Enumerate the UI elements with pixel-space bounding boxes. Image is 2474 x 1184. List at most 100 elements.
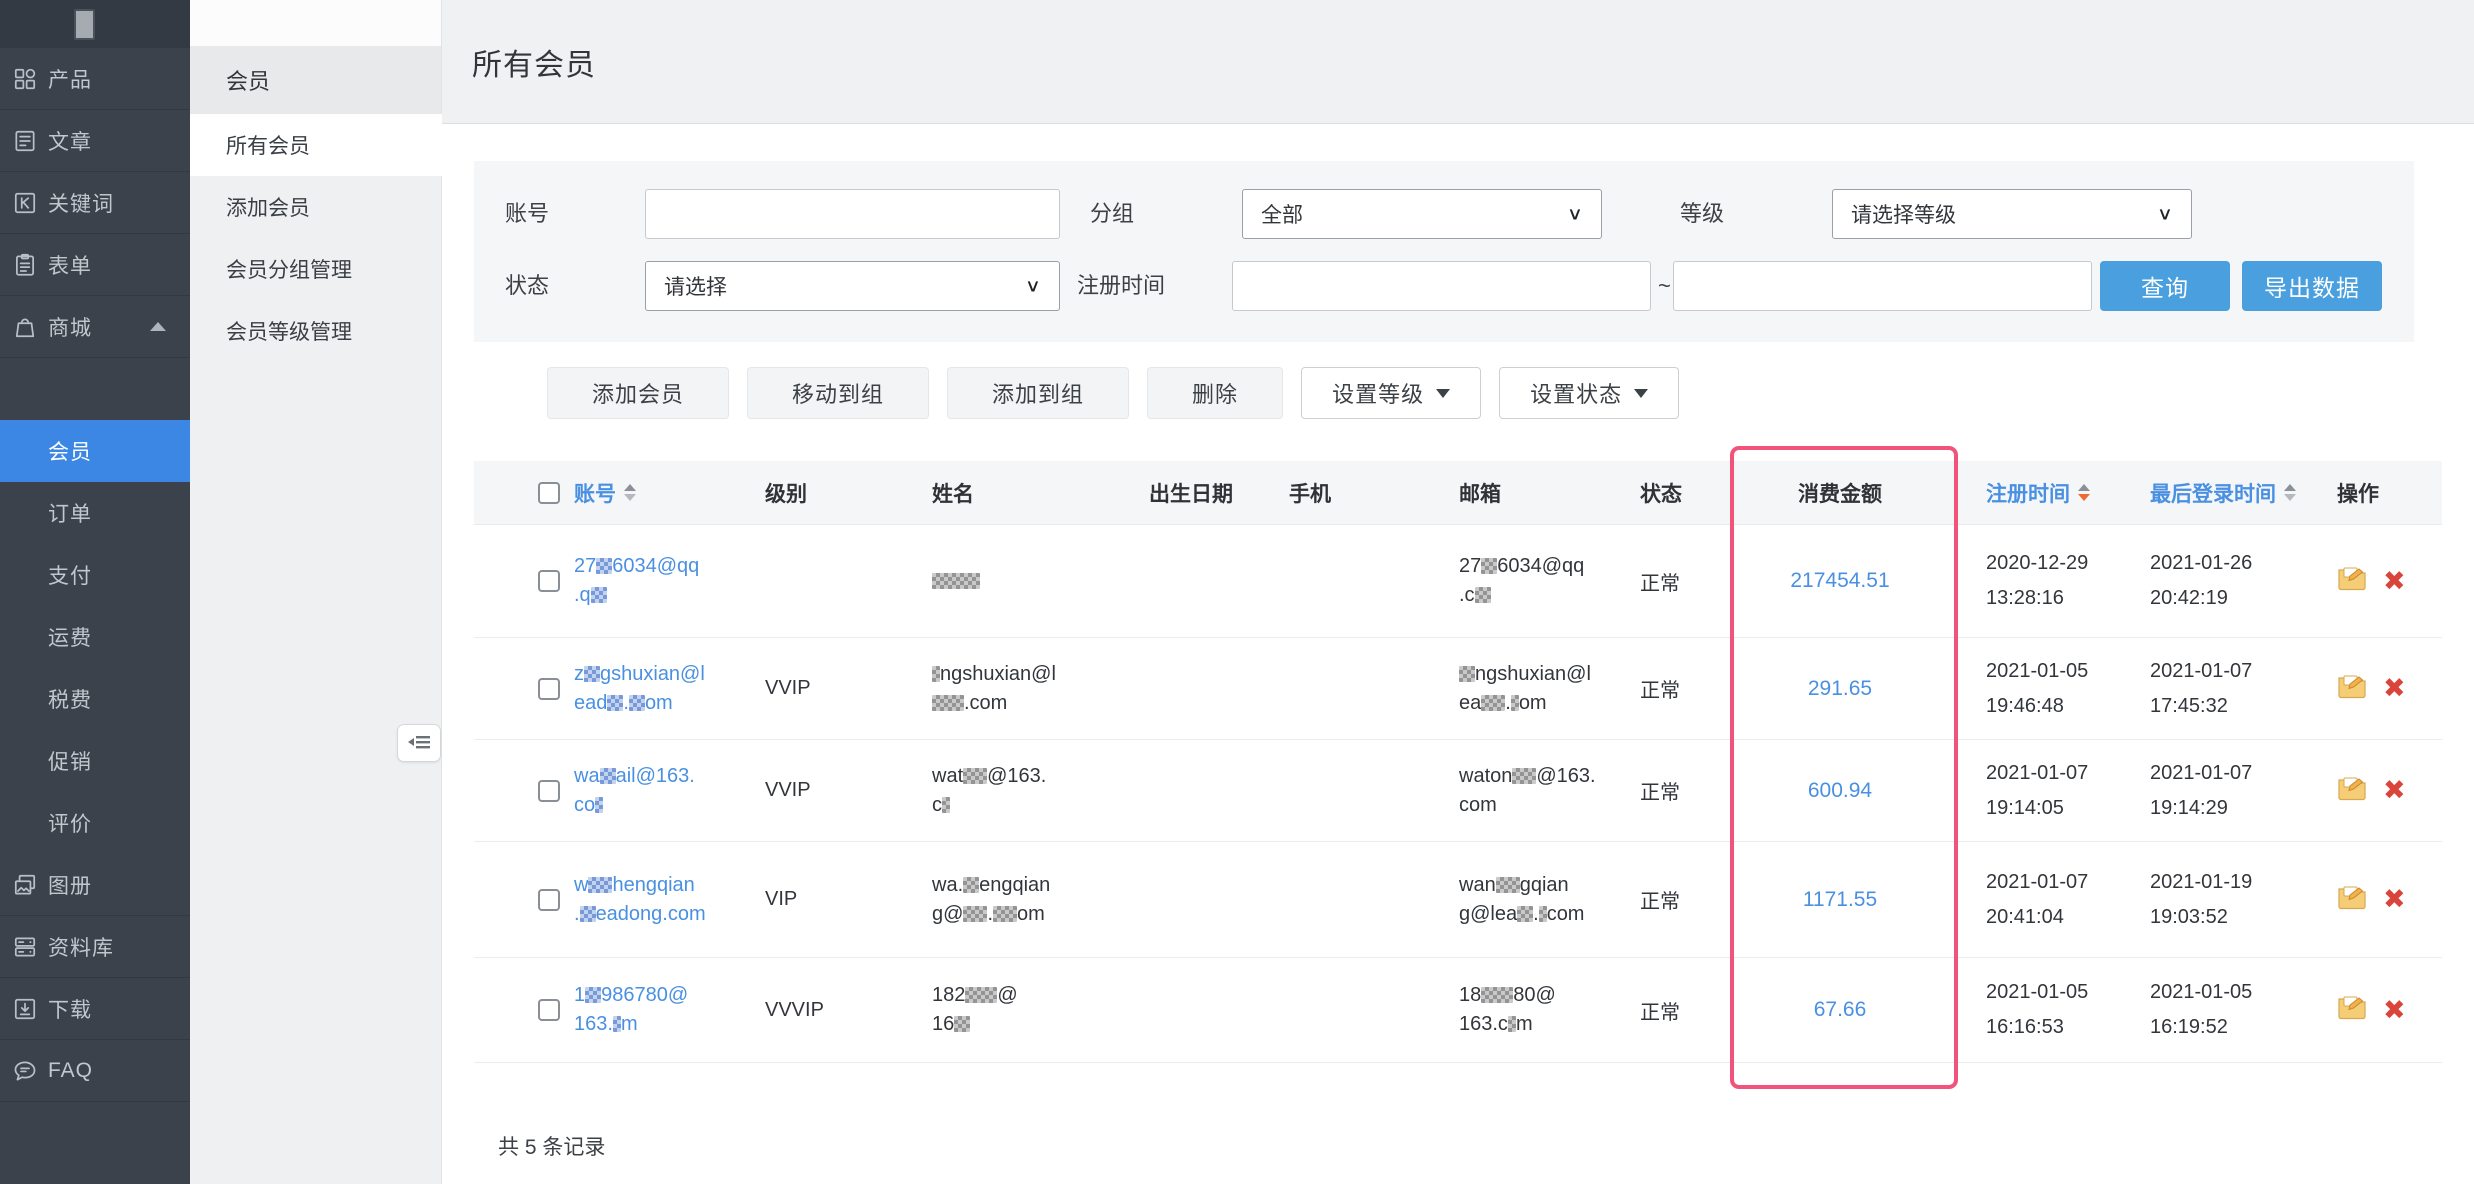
member-admin-page: 产品文章关键词表单商城会员订单支付运费税费促销评价图册资料库下载FAQ 会员 所… (0, 0, 2474, 1184)
edit-member-icon[interactable] (2337, 994, 2367, 1026)
group-select[interactable]: 全部 ∨ (1242, 189, 1602, 239)
sidebar-subitem-shipping[interactable]: 运费 (0, 606, 190, 668)
censored-blur (1511, 695, 1519, 711)
censored-blur (963, 768, 987, 784)
sidebar-subitem-payment[interactable]: 支付 (0, 544, 190, 606)
sidebar-item-mall[interactable]: 商城 (0, 296, 190, 358)
sidebar-subitem-members[interactable]: 会员 (0, 420, 190, 482)
export-data-button[interactable]: 导出数据 (2242, 261, 2382, 311)
library-icon (12, 934, 38, 960)
account-link[interactable]: 276034@qq.q (574, 552, 759, 610)
edit-member-icon[interactable] (2337, 775, 2367, 807)
add-member-button[interactable]: 添加会员 (547, 367, 729, 419)
collapse-menu-icon (406, 731, 432, 756)
sidebar-item-faq[interactable]: FAQ (0, 1040, 190, 1102)
row-checkbox[interactable] (538, 780, 560, 802)
sidebar-item-gallery[interactable]: 图册 (0, 854, 190, 916)
name-cell (932, 525, 1149, 638)
account-link[interactable]: waail@163.co (574, 762, 759, 820)
sidebar-subitem-promotion[interactable]: 促销 (0, 730, 190, 792)
member-row: 276034@qq.q276034@qq.c正常217454.512020-12… (474, 525, 2442, 638)
edit-member-icon[interactable] (2337, 673, 2367, 705)
grid-icon (12, 66, 38, 92)
sidebar-subitem-tax[interactable]: 税费 (0, 668, 190, 730)
add-to-group-button[interactable]: 添加到组 (947, 367, 1129, 419)
status-cell: 正常 (1634, 525, 1730, 638)
col-header-account[interactable]: 账号 (574, 461, 759, 525)
consume-amount-link[interactable]: 217454.51 (1790, 569, 1889, 592)
col-header-level: 级别 (759, 461, 932, 525)
level-select[interactable]: 请选择等级 ∨ (1832, 189, 2192, 239)
email-cell: 276034@qq.c (1459, 525, 1634, 638)
edit-member-icon[interactable] (2337, 565, 2367, 597)
censored-blur (932, 573, 980, 589)
status-select[interactable]: 请选择 ∨ (645, 261, 1060, 311)
censored-blur (932, 695, 964, 711)
regtime-label: 注册时间 (1077, 261, 1165, 311)
name-cell: 182@16 (932, 958, 1149, 1063)
caret-down-icon (1436, 389, 1450, 398)
censored-blur (993, 906, 1017, 922)
sidebar-item-library[interactable]: 资料库 (0, 916, 190, 978)
name-cell: ngshuxian@l.com (932, 638, 1149, 740)
select-all-checkbox[interactable] (538, 482, 560, 504)
submenu-item-all-members[interactable]: 所有会员 (190, 114, 442, 176)
regtime-from-input[interactable] (1232, 261, 1651, 311)
sidebar-item-forms[interactable]: 表单 (0, 234, 190, 296)
sidebar-item-articles[interactable]: 文章 (0, 110, 190, 172)
last-login-cell: 2021-01-0717:45:32 (2150, 638, 2325, 740)
birth-cell (1149, 842, 1289, 958)
sidebar-subitem-reviews[interactable]: 评价 (0, 792, 190, 854)
consume-amount-link[interactable]: 67.66 (1814, 998, 1867, 1021)
censored-blur (600, 768, 616, 784)
row-checkbox[interactable] (538, 570, 560, 592)
register-time-cell: 2021-01-0519:46:48 (1950, 638, 2150, 740)
account-link[interactable]: whengqian.eadong.com (574, 871, 759, 929)
submenu-item-member-levels[interactable]: 会员等级管理 (190, 300, 441, 362)
censored-blur (1481, 558, 1497, 574)
row-checkbox[interactable] (538, 999, 560, 1021)
register-time-cell: 2021-01-0720:41:04 (1950, 842, 2150, 958)
col-header-reg[interactable]: 注册时间 (1950, 461, 2150, 525)
sidebar-item-downloads[interactable]: 下载 (0, 978, 190, 1040)
censored-blur (596, 558, 612, 574)
delete-member-icon[interactable]: ✖ (2383, 777, 2406, 804)
submenu-item-member-groups[interactable]: 会员分组管理 (190, 238, 441, 300)
sidebar-subitem-orders[interactable]: 订单 (0, 482, 190, 544)
register-time-cell: 2021-01-0516:16:53 (1950, 958, 2150, 1063)
logo (74, 9, 95, 40)
sidebar-item-products[interactable]: 产品 (0, 48, 190, 110)
last-login-cell: 2021-01-0719:14:29 (2150, 740, 2325, 842)
consume-amount-link[interactable]: 1171.55 (1803, 888, 1877, 911)
name-cell: wat@163.c (932, 740, 1149, 842)
set-status-dropdown-button[interactable]: 设置状态 (1499, 367, 1679, 419)
delete-member-icon[interactable]: ✖ (2383, 997, 2406, 1024)
account-link[interactable]: zgshuxian@lead.om (574, 660, 759, 718)
set-level-dropdown-button[interactable]: 设置等级 (1301, 367, 1481, 419)
col-header-last[interactable]: 最后登录时间 (2150, 461, 2325, 525)
edit-member-icon[interactable] (2337, 884, 2367, 916)
row-checkbox[interactable] (538, 678, 560, 700)
chevron-down-icon: ∨ (1025, 276, 1041, 297)
submenu-item-add-member[interactable]: 添加会员 (190, 176, 441, 238)
censored-blur (1459, 666, 1475, 682)
search-button[interactable]: 查询 (2100, 261, 2230, 311)
delete-member-icon[interactable]: ✖ (2383, 675, 2406, 702)
sidebar-collapse-button[interactable] (397, 724, 441, 762)
censored-blur (1517, 906, 1533, 922)
account-link[interactable]: 1986780@163.m (574, 981, 759, 1039)
delete-button[interactable]: 删除 (1147, 367, 1283, 419)
account-input[interactable] (645, 189, 1060, 239)
delete-member-icon[interactable]: ✖ (2383, 568, 2406, 595)
delete-member-icon[interactable]: ✖ (2383, 886, 2406, 913)
censored-blur (588, 877, 612, 893)
move-to-group-button[interactable]: 移动到组 (747, 367, 929, 419)
name-cell: wa.engqiang@.om (932, 842, 1149, 958)
birth-cell (1149, 638, 1289, 740)
row-checkbox[interactable] (538, 889, 560, 911)
regtime-to-input[interactable] (1673, 261, 2092, 311)
col-header-status: 状态 (1634, 461, 1730, 525)
sidebar-item-keywords[interactable]: 关键词 (0, 172, 190, 234)
consume-amount-link[interactable]: 600.94 (1808, 779, 1872, 802)
consume-amount-link[interactable]: 291.65 (1808, 677, 1872, 700)
